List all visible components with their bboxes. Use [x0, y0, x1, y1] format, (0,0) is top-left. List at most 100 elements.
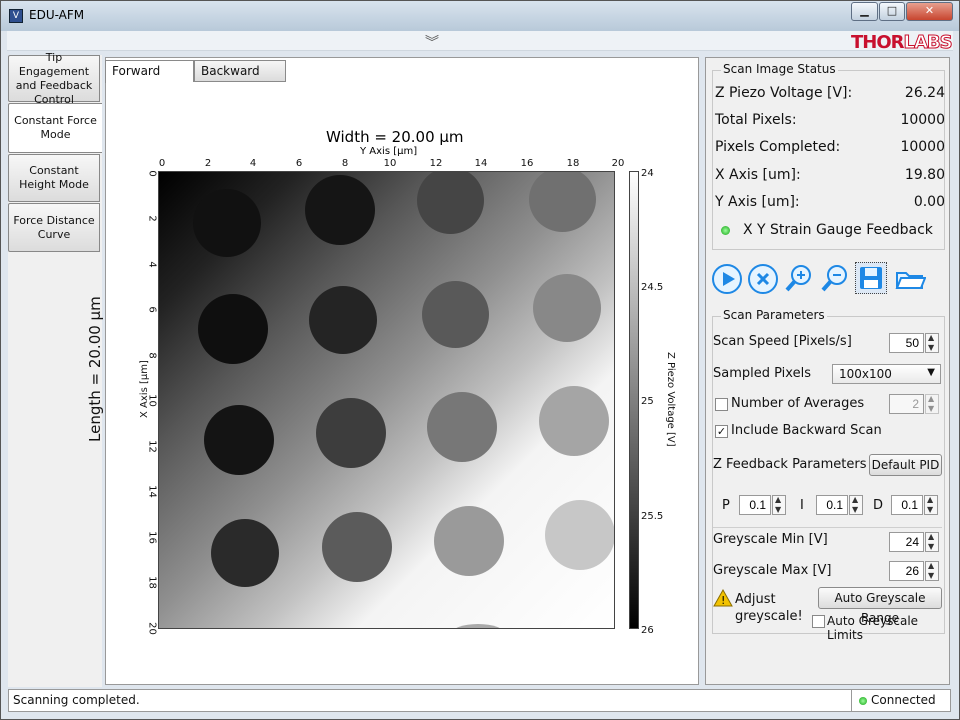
- include-backward-scan-checkbox[interactable]: ✓: [715, 425, 728, 438]
- auto-greyscale-range-button[interactable]: Auto Greyscale Range: [818, 587, 942, 625]
- tab-constant-force-mode[interactable]: Constant Force Mode: [8, 103, 102, 153]
- warning-icon: !: [713, 588, 733, 610]
- status-bar: Scanning completed. Connected: [8, 689, 951, 712]
- control-panel: Scan Image Status Z Piezo Voltage [V]: 26…: [705, 57, 950, 685]
- pid-d-input[interactable]: [891, 495, 923, 515]
- divider: [713, 527, 942, 528]
- tab-tip-engagement[interactable]: Tip Engagement and Feedback Control: [8, 51, 100, 106]
- colorbar-label: Z Piezo Voltage [V]: [665, 352, 676, 447]
- colorbar-tick: 25.5: [641, 511, 664, 522]
- status-row: Z Piezo Voltage [V]: 26.24: [715, 85, 948, 105]
- scan-speed-stepper[interactable]: [925, 333, 939, 353]
- logo-thor-text: THOR: [851, 32, 905, 53]
- status-divider: [851, 690, 852, 711]
- minimize-button[interactable]: ▁: [851, 2, 878, 21]
- open-folder-icon[interactable]: [893, 262, 927, 294]
- scan-parameters-group: Scan Parameters Scan Speed [Pixels/s] Sa…: [712, 308, 945, 642]
- scan-feature: [309, 286, 377, 354]
- left-tick: 18: [146, 576, 158, 589]
- greyscale-max-stepper[interactable]: [925, 561, 939, 581]
- default-pid-button[interactable]: Default PID: [869, 454, 942, 476]
- title-bar[interactable]: V EDU-AFM ▁ □ ✕: [1, 1, 959, 31]
- zoom-in-icon[interactable]: [782, 262, 814, 294]
- feedback-label: X Y Strain Gauge Feedback: [743, 222, 933, 238]
- maximize-button[interactable]: □: [879, 2, 905, 21]
- pid-p-label: P: [722, 498, 730, 513]
- greyscale-max-label: Greyscale Max [V]: [713, 563, 832, 578]
- top-tick: 10: [383, 158, 397, 169]
- top-tick: 18: [566, 158, 580, 169]
- scan-feature: [316, 398, 386, 468]
- pid-p-input[interactable]: [739, 495, 771, 515]
- left-tick: 12: [146, 440, 158, 453]
- colorbar-tick: 24.5: [641, 282, 664, 293]
- scan-feature: [529, 172, 596, 232]
- include-backward-scan-label: Include Backward Scan: [731, 423, 882, 438]
- left-tick: 14: [146, 485, 158, 498]
- status-value: 19.80: [904, 167, 945, 183]
- svg-text:!: !: [721, 594, 725, 607]
- thorlabs-logo: THORLABS: [851, 32, 953, 54]
- auto-greyscale-limits-label: Auto Greyscale Limits: [827, 614, 919, 642]
- scan-feature: [533, 274, 601, 342]
- collapse-strip[interactable]: ︾: [7, 31, 953, 51]
- left-tick: 6: [146, 306, 158, 313]
- zoom-out-icon[interactable]: [818, 262, 850, 294]
- pid-i-label: I: [800, 498, 804, 513]
- afm-scan-image[interactable]: [158, 171, 615, 629]
- status-label: Y Axis [um]:: [715, 194, 800, 210]
- application-window: V EDU-AFM ▁ □ ✕ ︾ THORLABS Tip Engagemen…: [0, 0, 960, 720]
- colorbar: [629, 171, 639, 629]
- plot-width-title: Width = 20.00 µm: [326, 128, 464, 146]
- stop-icon[interactable]: [746, 262, 778, 294]
- left-tick: 0: [146, 170, 158, 177]
- window-title: EDU-AFM: [29, 8, 85, 22]
- pid-p-stepper[interactable]: [772, 495, 786, 515]
- chevron-down-icon: ▼: [927, 367, 935, 378]
- x-axis-label: X Axis [µm]: [139, 360, 150, 418]
- status-row: X Axis [um]: 19.80: [715, 167, 948, 187]
- number-of-averages-checkbox[interactable]: [715, 398, 728, 411]
- tab-forward-scan[interactable]: Forward Scan: [105, 60, 194, 98]
- status-row: Y Axis [um]: 0.00: [715, 194, 948, 214]
- tab-constant-height-mode[interactable]: Constant Height Mode: [8, 154, 100, 202]
- greyscale-max-input[interactable]: [889, 561, 924, 581]
- greyscale-min-input[interactable]: [889, 532, 924, 552]
- play-icon[interactable]: [710, 262, 742, 294]
- number-of-averages-label: Number of Averages: [731, 396, 865, 411]
- status-message: Scanning completed.: [13, 693, 140, 707]
- chevron-double-down-icon[interactable]: ︾: [425, 32, 439, 52]
- status-label: X Axis [um]:: [715, 167, 801, 183]
- averages-input[interactable]: [889, 394, 924, 414]
- top-tick: 4: [249, 158, 257, 169]
- status-label: Total Pixels:: [715, 112, 797, 128]
- left-tick: 8: [146, 352, 158, 359]
- status-row: Pixels Completed: 10000: [715, 139, 948, 159]
- averages-stepper[interactable]: [925, 394, 939, 414]
- scan-parameters-title: Scan Parameters: [721, 308, 827, 322]
- save-icon[interactable]: [855, 262, 887, 294]
- sampled-pixels-select[interactable]: 100x100 ▼: [832, 364, 941, 384]
- z-feedback-label: Z Feedback Parameters: [713, 457, 867, 472]
- top-tick: 14: [474, 158, 488, 169]
- logo-labs-text: LABS: [903, 32, 953, 54]
- tab-backward-scan[interactable]: Backward Scan: [194, 60, 286, 98]
- pid-i-stepper[interactable]: [849, 495, 863, 515]
- scan-speed-input[interactable]: [889, 333, 924, 353]
- greyscale-min-stepper[interactable]: [925, 532, 939, 552]
- pid-i-input[interactable]: [816, 495, 848, 515]
- connection-led-icon: [859, 697, 867, 705]
- pid-d-stepper[interactable]: [924, 495, 938, 515]
- close-button[interactable]: ✕: [906, 2, 953, 21]
- greyscale-min-label: Greyscale Min [V]: [713, 532, 828, 547]
- tab-force-distance-curve[interactable]: Force Distance Curve: [8, 203, 100, 252]
- auto-greyscale-limits-checkbox[interactable]: [812, 615, 825, 628]
- status-led-icon: [721, 226, 730, 235]
- scan-status-title: Scan Image Status: [721, 62, 838, 76]
- scan-status-group: Scan Image Status Z Piezo Voltage [V]: 26…: [712, 62, 948, 250]
- top-tick: 2: [204, 158, 212, 169]
- scan-feature: [539, 386, 609, 456]
- scan-feature: [305, 175, 375, 245]
- status-label: Z Piezo Voltage [V]:: [715, 85, 853, 101]
- top-tick: 6: [295, 158, 303, 169]
